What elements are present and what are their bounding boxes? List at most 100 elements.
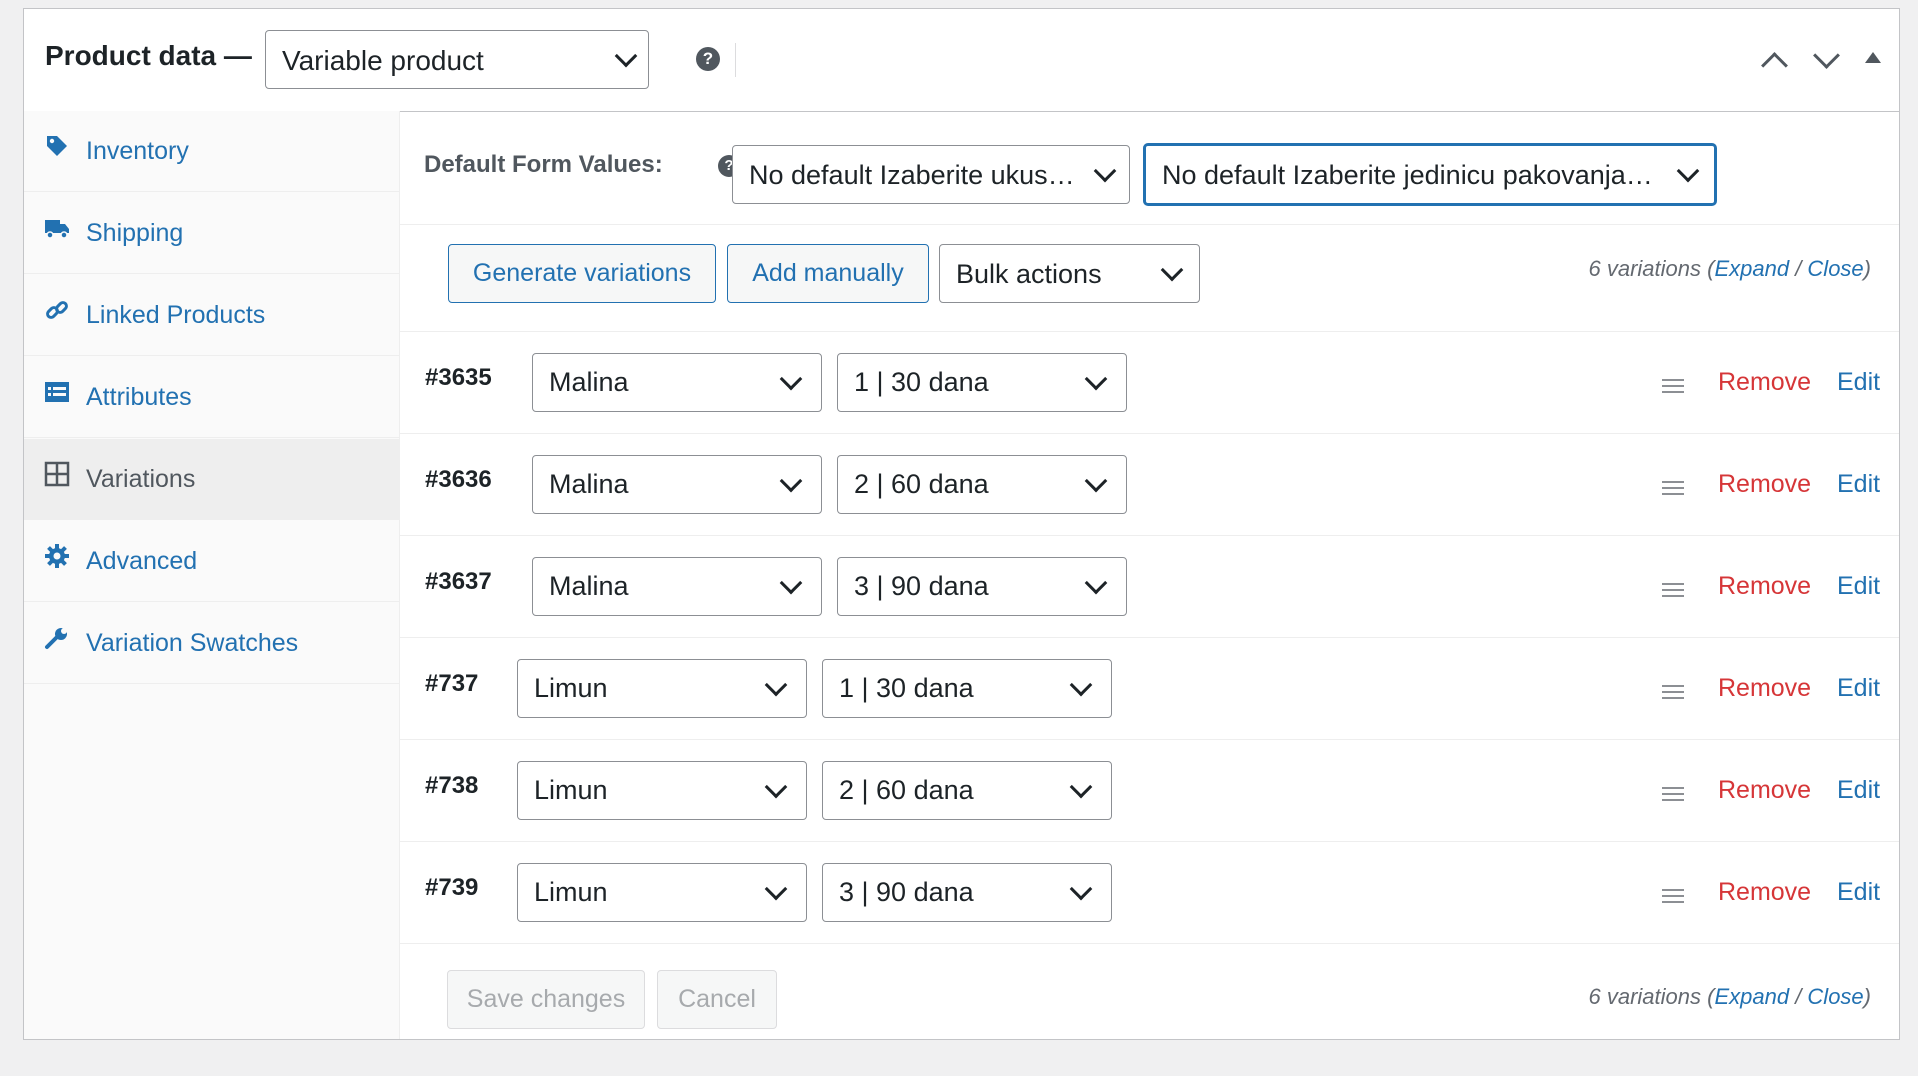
variation-row: #738 Limun 2 | 60 dana Remove Edit <box>400 740 1899 842</box>
truck-icon <box>45 220 69 239</box>
drag-handle-icon[interactable] <box>1662 481 1684 495</box>
variation-package-select[interactable]: 1 | 30 dana <box>837 353 1127 412</box>
remove-variation-link[interactable]: Remove <box>1718 572 1811 601</box>
edit-variation-link[interactable]: Edit <box>1837 368 1880 397</box>
variation-flavor-select[interactable]: Malina <box>532 455 822 514</box>
chevron-down-icon <box>1084 571 1108 595</box>
product-type-select[interactable]: Variable product <box>265 30 649 89</box>
expand-link[interactable]: Expand <box>1714 984 1789 1009</box>
product-data-panel: Product data — Variable product ? Invent… <box>23 8 1900 1040</box>
chevron-down-icon <box>764 775 788 799</box>
variation-package-value: 2 | 60 dana <box>854 469 989 499</box>
close-link[interactable]: Close <box>1807 984 1863 1009</box>
default-form-values-label: Default Form Values: <box>424 151 663 178</box>
tab-shipping[interactable]: Shipping <box>24 193 399 274</box>
tab-label: Attributes <box>86 383 192 411</box>
chevron-down-icon <box>1069 775 1093 799</box>
tab-label: Linked Products <box>86 301 266 329</box>
tab-attributes[interactable]: Attributes <box>24 357 399 438</box>
variations-count: 6 variations (Expand / Close) <box>1588 256 1871 281</box>
edit-variation-link[interactable]: Edit <box>1837 776 1880 805</box>
variation-package-select[interactable]: 2 | 60 dana <box>822 761 1112 820</box>
variation-package-value: 2 | 60 dana <box>839 775 974 805</box>
bulk-actions-value: Bulk actions <box>956 259 1102 289</box>
variation-id: #738 <box>425 772 479 799</box>
variation-row: #3635 Malina 1 | 30 dana Remove Edit <box>400 332 1899 434</box>
question-icon[interactable]: ? <box>696 47 720 71</box>
product-data-tabs: Inventory Shipping Linked Products Attri… <box>24 111 400 1039</box>
remove-variation-link[interactable]: Remove <box>1718 674 1811 703</box>
variation-package-select[interactable]: 2 | 60 dana <box>837 455 1127 514</box>
variation-flavor-value: Malina <box>549 571 629 601</box>
variation-flavor-select[interactable]: Limun <box>517 863 807 922</box>
chevron-down-icon <box>1084 469 1108 493</box>
chevron-down-icon <box>1084 367 1108 391</box>
variation-id: #3635 <box>425 364 492 391</box>
chevron-down-icon <box>1069 877 1093 901</box>
default-flavor-select[interactable]: No default Izaberite ukus… <box>732 145 1130 204</box>
drag-handle-icon[interactable] <box>1662 583 1684 597</box>
remove-variation-link[interactable]: Remove <box>1718 470 1811 499</box>
expand-link[interactable]: Expand <box>1714 256 1789 281</box>
edit-variation-link[interactable]: Edit <box>1837 572 1880 601</box>
variation-flavor-value: Limun <box>534 775 608 805</box>
chevron-down-icon <box>1160 258 1184 282</box>
product-data-header: Product data — Variable product ? <box>24 9 1899 112</box>
tab-advanced[interactable]: Advanced <box>24 521 399 602</box>
variation-flavor-select[interactable]: Limun <box>517 659 807 718</box>
tab-label: Advanced <box>86 547 198 575</box>
close-link[interactable]: Close <box>1807 256 1863 281</box>
default-package-select[interactable]: No default Izaberite jedinicu pakovanja… <box>1144 144 1716 205</box>
product-type-value: Variable product <box>282 45 484 76</box>
chevron-down-icon <box>779 367 803 391</box>
tab-linked-products[interactable]: Linked Products <box>24 275 399 356</box>
remove-variation-link[interactable]: Remove <box>1718 368 1811 397</box>
chevron-down-icon <box>1676 159 1700 183</box>
variations-toolbar: Generate variations Add manually Bulk ac… <box>400 224 1899 332</box>
add-manually-button[interactable]: Add manually <box>727 244 929 303</box>
tab-label: Variations <box>86 465 196 493</box>
variation-package-select[interactable]: 3 | 90 dana <box>822 863 1112 922</box>
link-icon <box>46 301 68 319</box>
variation-flavor-value: Limun <box>534 673 608 703</box>
bulk-actions-select[interactable]: Bulk actions <box>939 244 1200 303</box>
chevron-up-icon[interactable] <box>1761 52 1788 79</box>
tab-inventory[interactable]: Inventory <box>24 111 399 192</box>
triangle-up-icon[interactable] <box>1865 52 1881 63</box>
edit-variation-link[interactable]: Edit <box>1837 878 1880 907</box>
variations-footer: Save changes Cancel 6 variations (Expand… <box>400 948 1899 1039</box>
chevron-down-icon <box>1069 673 1093 697</box>
drag-handle-icon[interactable] <box>1662 889 1684 903</box>
variation-id: #739 <box>425 874 479 901</box>
chevron-down-icon <box>614 44 638 68</box>
gear-icon <box>45 544 69 568</box>
remove-variation-link[interactable]: Remove <box>1718 878 1811 907</box>
default-package-value: No default Izaberite jedinicu pakovanja… <box>1162 160 1653 190</box>
drag-handle-icon[interactable] <box>1662 379 1684 393</box>
variation-flavor-select[interactable]: Limun <box>517 761 807 820</box>
drag-handle-icon[interactable] <box>1662 685 1684 699</box>
edit-variation-link[interactable]: Edit <box>1837 674 1880 703</box>
variation-package-value: 3 | 90 dana <box>839 877 974 907</box>
variation-flavor-select[interactable]: Malina <box>532 557 822 616</box>
header-divider <box>735 43 736 77</box>
variation-package-select[interactable]: 3 | 90 dana <box>837 557 1127 616</box>
generate-variations-button[interactable]: Generate variations <box>448 244 716 303</box>
product-data-title: Product data — <box>45 40 252 71</box>
drag-handle-icon[interactable] <box>1662 787 1684 801</box>
cancel-button[interactable]: Cancel <box>657 970 777 1029</box>
tab-label: Inventory <box>86 137 189 165</box>
remove-variation-link[interactable]: Remove <box>1718 776 1811 805</box>
tab-label: Variation Swatches <box>86 629 299 657</box>
edit-variation-link[interactable]: Edit <box>1837 470 1880 499</box>
variation-flavor-select[interactable]: Malina <box>532 353 822 412</box>
save-changes-button[interactable]: Save changes <box>447 970 645 1029</box>
tab-variation-swatches[interactable]: Variation Swatches <box>24 603 399 684</box>
tab-variations[interactable]: Variations <box>24 439 399 520</box>
variation-package-select[interactable]: 1 | 30 dana <box>822 659 1112 718</box>
variation-row: #3636 Malina 2 | 60 dana Remove Edit <box>400 434 1899 536</box>
variation-package-value: 1 | 30 dana <box>839 673 974 703</box>
chevron-down-icon[interactable] <box>1813 42 1840 69</box>
variation-row: #3637 Malina 3 | 90 dana Remove Edit <box>400 536 1899 638</box>
chevron-down-icon <box>779 571 803 595</box>
